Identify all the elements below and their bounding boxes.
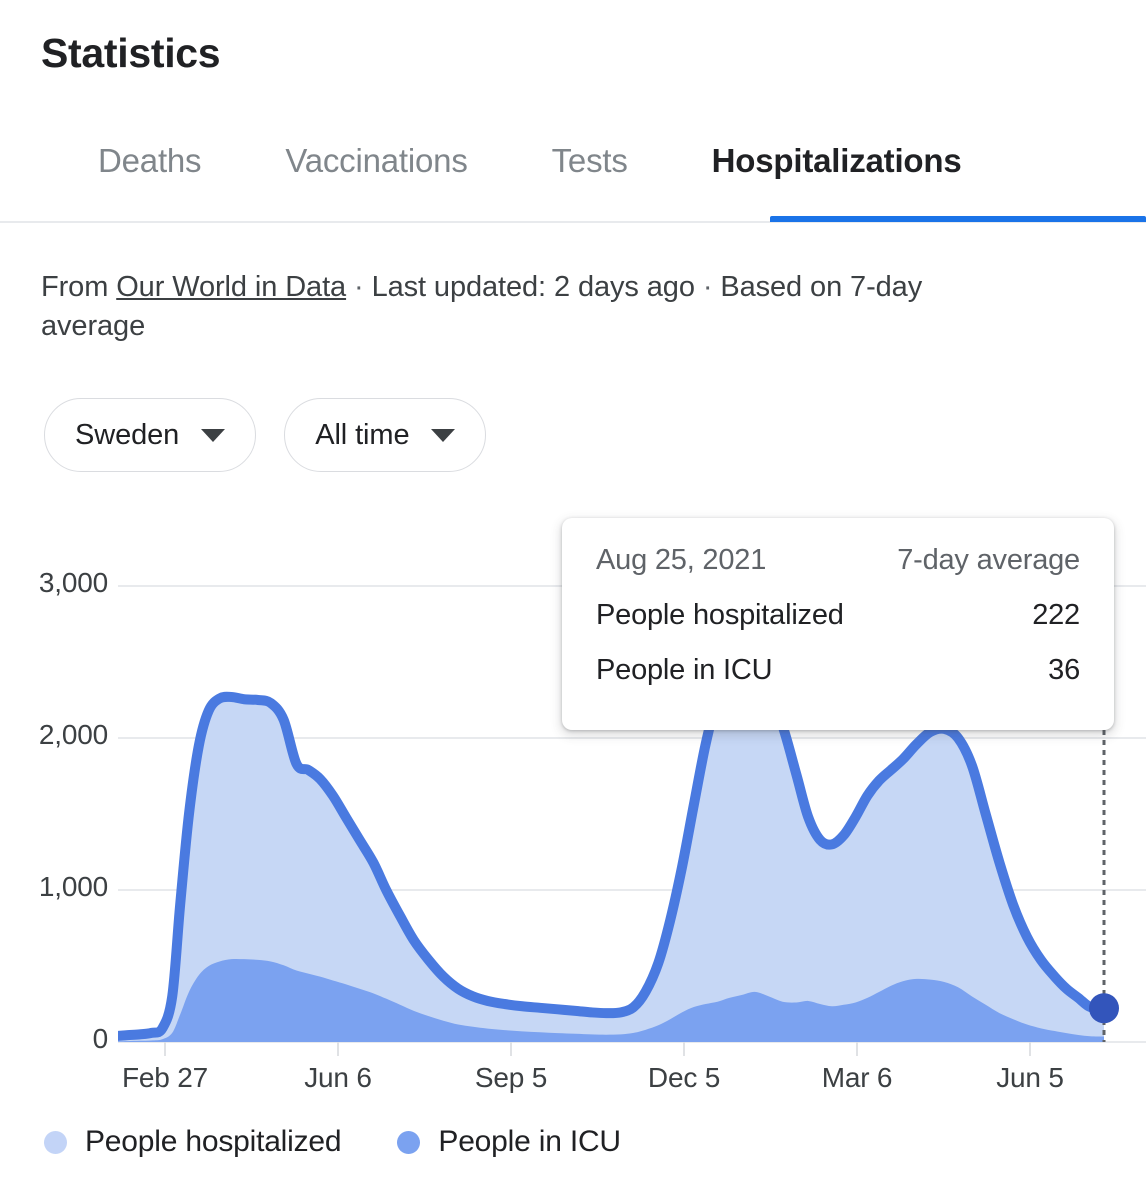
tooltip-header: Aug 25, 2021 7-day average	[596, 544, 1080, 577]
x-axis-tick-label: Feb 27	[122, 1062, 208, 1093]
tab-bar: Deaths Vaccinations Tests Hospitalizations	[0, 128, 1146, 223]
y-axis-tick-label: 0	[92, 1023, 109, 1054]
endpoint-marker-dot	[1089, 993, 1119, 1024]
legend-color-dot	[44, 1130, 67, 1154]
page-title: Statistics	[41, 30, 221, 76]
tooltip-metric-name: People hospitalized	[596, 599, 844, 631]
chevron-down-icon	[201, 428, 226, 442]
x-axis-tick-label: Sep 5	[474, 1062, 548, 1093]
chart-legend: People hospitalized People in ICU	[44, 1125, 677, 1159]
source-separator-1: ·	[346, 271, 372, 303]
chart-tooltip: Aug 25, 2021 7-day average People hospit…	[562, 518, 1114, 730]
tooltip-average-label: 7-day average	[897, 544, 1080, 576]
x-axis-tick-label: Jun 6	[304, 1062, 372, 1093]
x-axis-tick-label: Mar 6	[821, 1062, 893, 1093]
legend-color-dot	[397, 1130, 421, 1154]
tab-hospitalizations[interactable]: Hospitalizations	[712, 128, 962, 180]
tooltip-row: People in ICU 36	[596, 654, 1080, 687]
source-prefix: From	[41, 271, 117, 303]
source-link[interactable]: Our World in Data	[116, 271, 346, 303]
source-line: From Our World in Data · Last updated: 2…	[41, 268, 1031, 345]
tooltip-metric-value: 36	[1048, 654, 1080, 686]
active-tab-underline	[770, 216, 1146, 222]
region-filter-chip[interactable]: Sweden	[44, 398, 257, 472]
tab-vaccinations[interactable]: Vaccinations	[285, 128, 467, 180]
tooltip-row: People hospitalized 222	[596, 599, 1080, 632]
region-filter-label: Sweden	[75, 418, 180, 451]
source-last-updated: Last updated: 2 days ago	[371, 271, 695, 303]
tooltip-rows: People hospitalized 222 People in ICU 36	[596, 599, 1080, 687]
statistics-panel: Statistics Deaths Vaccinations Tests Hospit…	[0, 0, 1146, 1200]
y-axis-tick-label: 2,000	[38, 719, 108, 750]
tab-deaths[interactable]: Deaths	[98, 128, 202, 180]
chevron-down-icon	[431, 428, 456, 442]
time-range-filter-chip[interactable]: All time	[284, 398, 487, 472]
tooltip-metric-name: People in ICU	[596, 654, 773, 686]
filter-chips: Sweden All time	[44, 398, 487, 472]
legend-item[interactable]: People hospitalized	[44, 1125, 342, 1159]
x-axis-tick-label: Jun 5	[996, 1062, 1064, 1093]
source-separator-2: ·	[694, 271, 721, 303]
y-axis-tick-label: 1,000	[38, 871, 108, 902]
y-axis-tick-label: 3,000	[38, 567, 108, 598]
legend-label: People hospitalized	[85, 1125, 342, 1158]
time-range-filter-label: All time	[315, 418, 410, 451]
tooltip-date: Aug 25, 2021	[596, 544, 767, 576]
legend-label: People in ICU	[438, 1125, 621, 1158]
tab-tests[interactable]: Tests	[552, 128, 628, 180]
tooltip-metric-value: 222	[1032, 599, 1080, 631]
legend-item[interactable]: People in ICU	[397, 1125, 621, 1159]
x-axis-tick-label: Dec 5	[647, 1062, 721, 1093]
